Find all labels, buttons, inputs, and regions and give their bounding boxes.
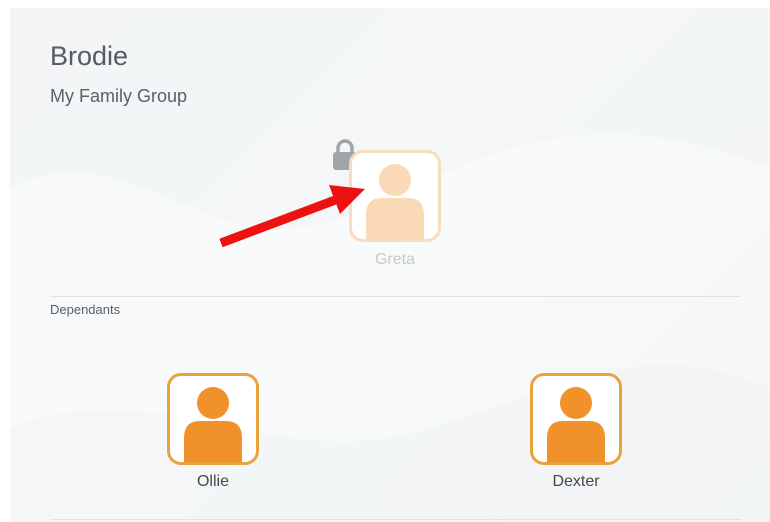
dependant-name: Ollie (196, 473, 229, 490)
user-icon (366, 164, 424, 239)
owner-avatar[interactable] (349, 150, 441, 242)
user-icon (184, 387, 242, 462)
bottom-divider (50, 519, 741, 520)
dependant-name: Dexter (552, 473, 600, 490)
dependant-avatar[interactable] (167, 373, 259, 465)
dependant-avatar[interactable] (530, 373, 622, 465)
section-divider (50, 296, 741, 297)
page-title: Brodie (50, 41, 129, 71)
group-subtitle: My Family Group (50, 86, 188, 106)
owner-name: Greta (374, 251, 415, 268)
dependants-heading: Dependants (50, 302, 121, 317)
user-icon (547, 387, 605, 462)
